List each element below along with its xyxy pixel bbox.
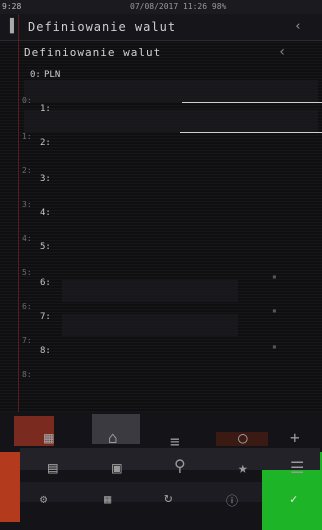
star-icon[interactable]: ★ [238,458,248,477]
row-number: 1: [40,104,51,114]
list-item[interactable]: 3: 4: [0,200,322,230]
menu-icon[interactable]: ≡ [170,432,180,451]
grid-icon[interactable]: ▦ [104,492,111,506]
ghost-row-label: 8: [22,370,32,379]
glitch-line [182,102,322,103]
plus-icon[interactable]: + [290,428,300,447]
back-arrow-icon[interactable]: ▐ [6,19,14,34]
row-number: 5: [40,242,51,252]
ghost-row-label: 6: [22,302,32,311]
row-number: 6: [40,278,51,288]
settings-icon[interactable]: ⚙ [40,492,47,506]
info-icon[interactable]: ⓘ [226,492,238,509]
search-icon[interactable]: ⚲ [174,456,186,475]
row-number: 0: [30,70,41,80]
row-number: 4: [40,208,51,218]
list-item[interactable]: 7: 8: [0,336,322,366]
list-item[interactable]: 1: 2: [0,132,322,162]
list-item[interactable]: 4: 5: [0,234,322,264]
list-item[interactable]: 0: 1: [0,96,322,126]
list-item[interactable]: 8: [0,370,322,400]
power-icon[interactable]: ○ [238,428,248,447]
bottom-toolbar: ▦ ⌂ ≡ ○ + ▤ ▣ ⚲ ★ ☰ ⚙ ▦ ↻ ⓘ ✓ [0,412,322,530]
subtitle-row: Definiowanie walut ‹ [0,44,322,62]
bottom-label-strip [0,518,322,530]
row-number: 7: [40,312,51,322]
ghost-row-label: 3: [22,200,32,209]
glitch-line [180,132,322,133]
toolbar-strip [20,448,320,470]
list-icon[interactable]: ☰ [290,458,304,477]
list-item[interactable]: 0: PLN [0,66,322,96]
row-marker: ▪ [272,272,277,281]
row-marker: ▪ [272,306,277,315]
status-datetime: 07/08/2017 11:26 98% [130,2,227,11]
home-icon[interactable]: ⌂ [108,428,118,447]
status-time: 9:28 [2,2,22,11]
ghost-row-label: 5: [22,268,32,277]
status-bar: 9:28 07/08/2017 11:26 98% [0,0,322,14]
section-title: Definiowanie walut [24,46,162,59]
grid-icon[interactable]: ▦ [44,428,54,447]
toolbar-tile [0,452,20,522]
ghost-row-label: 7: [22,336,32,345]
ghost-row-label: 0: [22,96,32,105]
ghost-row-label: 4: [22,234,32,243]
check-icon[interactable]: ✓ [290,492,297,506]
row-number: 8: [40,346,51,356]
save-icon[interactable]: ▣ [112,458,122,477]
ghost-row-label: 1: [22,132,32,141]
chevron-left-icon[interactable]: ‹ [294,19,302,34]
list-item[interactable]: 2: 3: [0,166,322,196]
row-number: 2: [40,138,51,148]
page-title: Definiowanie walut [28,20,177,34]
document-icon[interactable]: ▤ [48,458,58,477]
row-marker: ▪ [272,342,277,351]
currency-code: PLN [44,70,61,80]
ghost-row-label: 2: [22,166,32,175]
row-number: 3: [40,174,51,184]
title-bar: ▐ Definiowanie walut ‹ [0,14,322,41]
chevron-left-icon[interactable]: ‹ [278,44,286,60]
refresh-icon[interactable]: ↻ [164,490,172,506]
